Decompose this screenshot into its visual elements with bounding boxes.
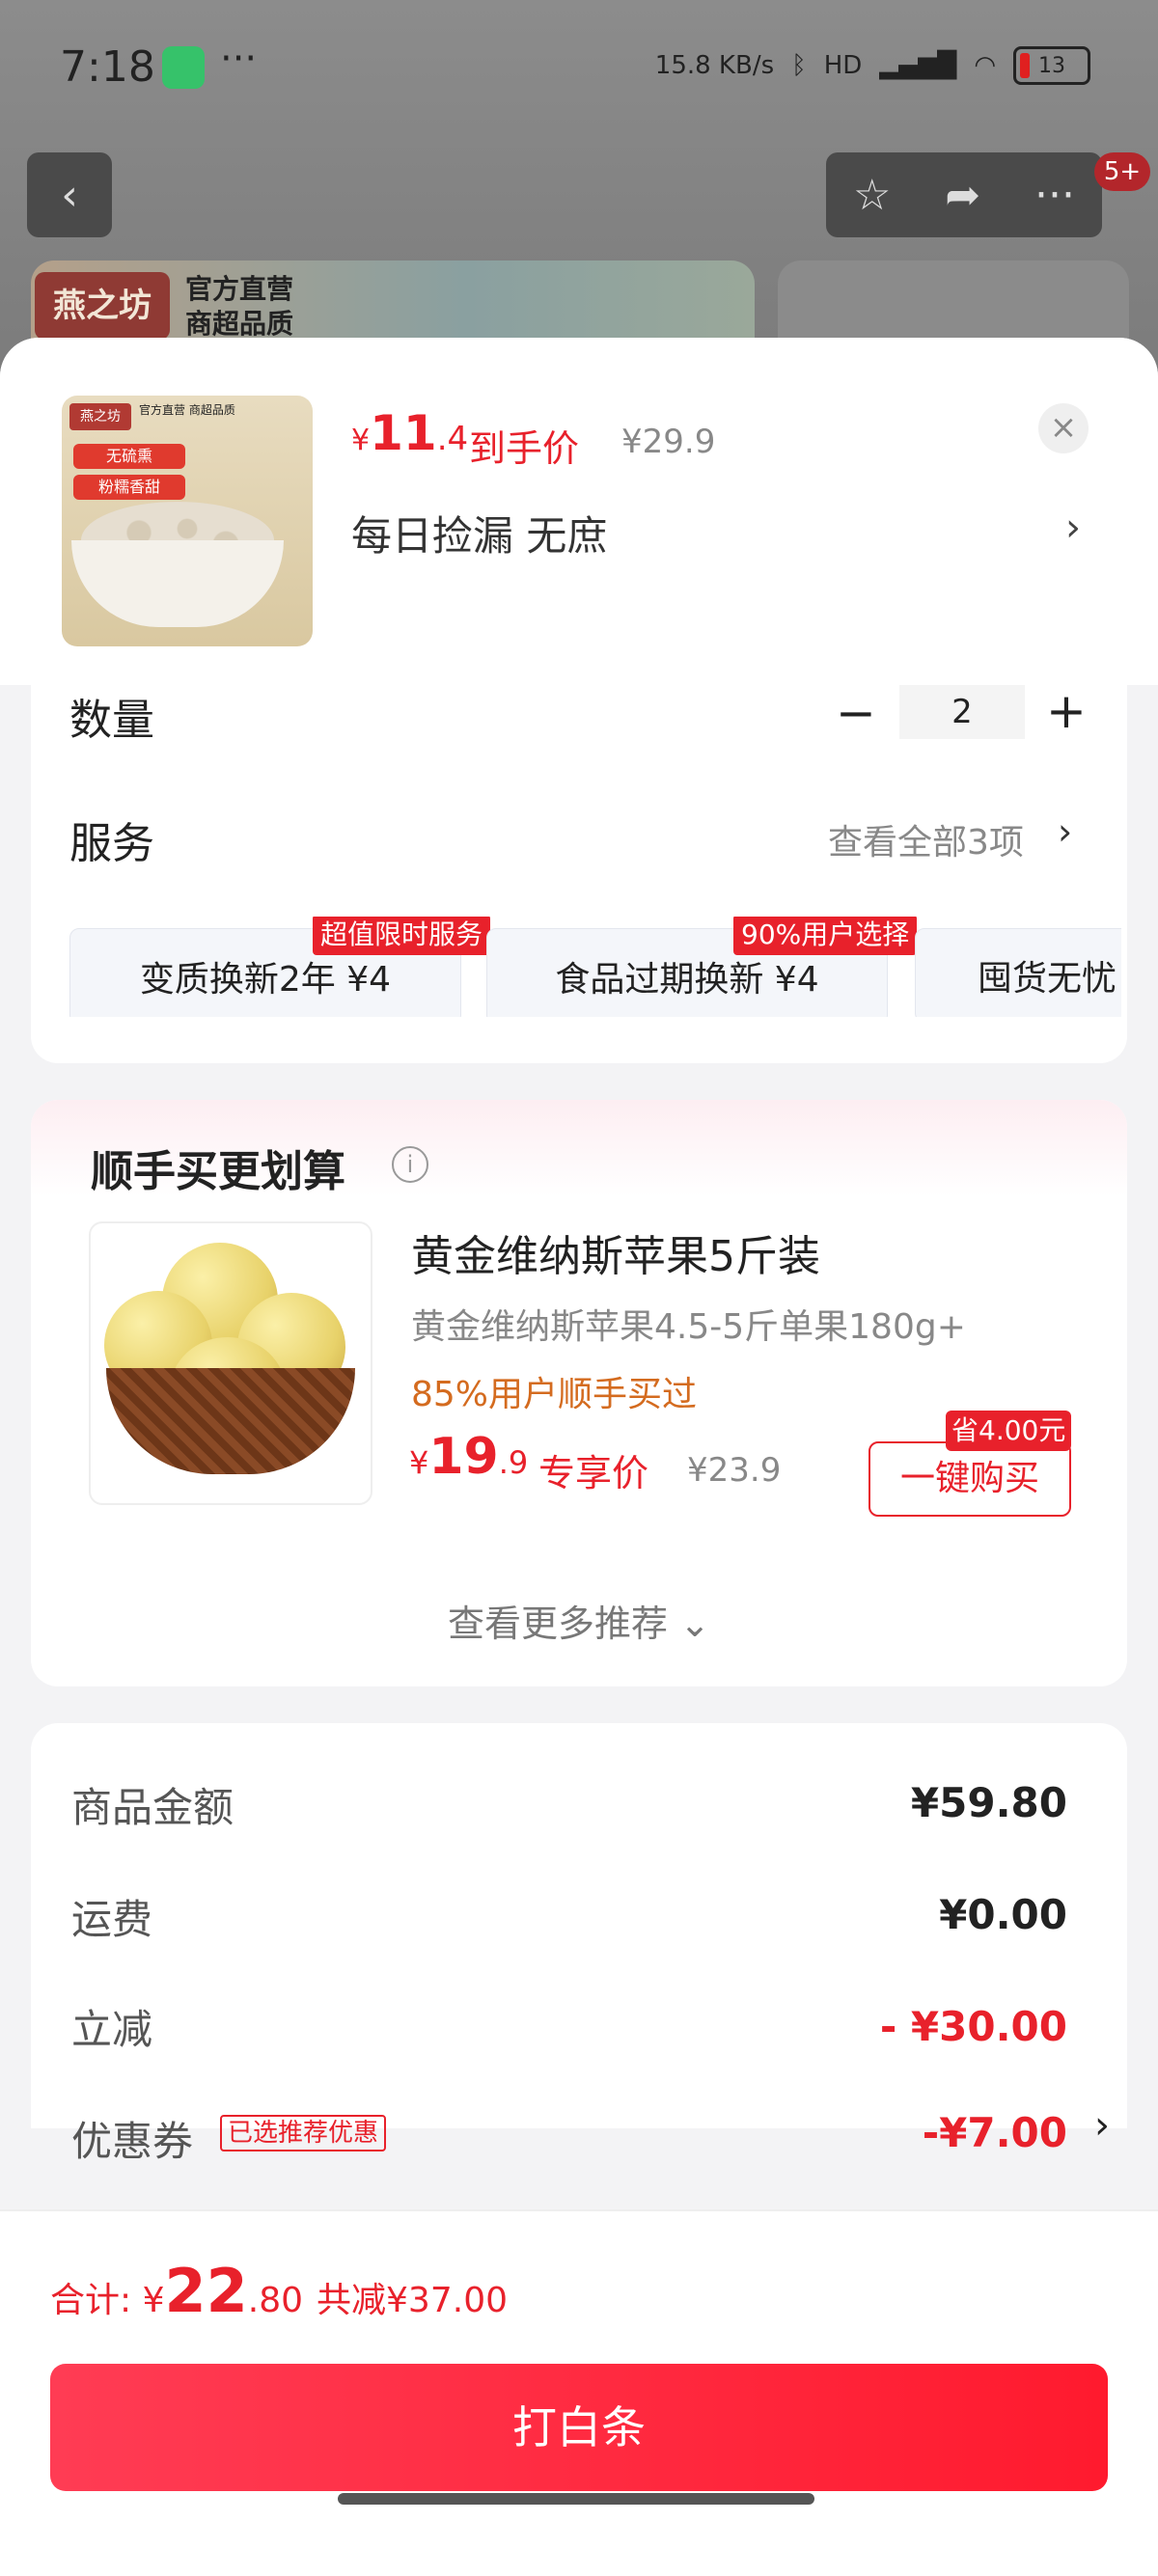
- recommend-bought-rate: 85%用户顺手买过: [411, 1375, 698, 1414]
- notification-badge: 5+: [1094, 152, 1150, 191]
- view-all-services[interactable]: 查看全部3项: [828, 814, 1024, 864]
- currency-symbol: ¥: [409, 1444, 429, 1481]
- recommend-original-price: ¥23.9: [687, 1451, 782, 1490]
- summary-label: 运费: [71, 1896, 153, 1943]
- total-label: 合计:: [50, 2281, 143, 2320]
- summary-value: ¥0.00: [939, 1891, 1067, 1938]
- recommend-product-desc: 黄金维纳斯苹果4.5-5斤单果180g+: [411, 1307, 966, 1347]
- coupon-tag: 已选推荐优惠: [220, 2115, 387, 2151]
- back-button[interactable]: ‹: [27, 152, 112, 237]
- service-option-label: 变质换新2年 ¥4: [139, 960, 392, 1000]
- battery-level: 13: [1038, 53, 1065, 78]
- product-thumbnail[interactable]: 燕之坊 官方直营 商超品质 无硫熏 粉糯香甜: [62, 396, 313, 646]
- service-option[interactable]: 囤货无忧: [915, 928, 1121, 1017]
- app-notification-icon: [162, 46, 205, 89]
- total-decimal: .80: [247, 2281, 304, 2320]
- service-label: 服务: [69, 819, 154, 868]
- options-card: 数量 − 2 + 服务 查看全部3项 › 变质换新2年 ¥4 超值限时服务 食品…: [31, 683, 1127, 1063]
- checkout-bar: 合计: ¥22.80 共减¥37.00 打白条: [0, 2209, 1158, 2576]
- total-integer: 22: [164, 2256, 248, 2326]
- brand-text: 官方直营 商超品质: [185, 272, 293, 342]
- wifi-icon: ◠: [974, 51, 996, 80]
- quantity-plus-button[interactable]: +: [1046, 683, 1087, 739]
- thumb-logo: 燕之坊: [69, 403, 131, 430]
- price-integer: 11: [370, 405, 437, 461]
- quantity-input[interactable]: 2: [899, 685, 1025, 739]
- more-icon[interactable]: ···: [1034, 171, 1075, 220]
- summary-label: 立减: [71, 2006, 153, 2053]
- quantity-minus-button[interactable]: −: [836, 685, 876, 741]
- summary-label: 优惠券: [71, 2118, 194, 2165]
- signal-icon: ▂▄▆█: [879, 51, 957, 80]
- service-badge: 90%用户选择: [733, 917, 918, 955]
- service-option-label: 囤货无忧: [978, 959, 1117, 999]
- recommend-product-name[interactable]: 黄金维纳斯苹果5斤装: [411, 1221, 820, 1283]
- coupon-value[interactable]: -¥7.00: [923, 2109, 1067, 2156]
- star-icon[interactable]: ☆: [853, 171, 891, 220]
- battery-icon: 13: [1013, 46, 1090, 85]
- total-saved: 共减¥37.00: [317, 2281, 508, 2320]
- basket-image: [106, 1368, 355, 1474]
- recommend-card: 顺手买更划算 i 黄金维纳斯苹果5斤装 黄金维纳斯苹果4.5-5斤单果180g+…: [31, 1100, 1127, 1686]
- thumb-tag: 粉糯香甜: [73, 475, 185, 500]
- home-indicator[interactable]: [338, 2493, 814, 2505]
- recommend-price-label: 专享价: [538, 1452, 649, 1494]
- net-speed: 15.8 KB/s: [654, 51, 775, 80]
- recommend-price: ¥19.9: [409, 1428, 528, 1486]
- original-price: ¥29.9: [621, 423, 716, 461]
- price-decimal: .4: [436, 420, 469, 458]
- status-time: 7:18: [60, 42, 155, 92]
- price-decimal: .9: [498, 1444, 529, 1481]
- recommend-title: 顺手买更划算: [91, 1147, 345, 1196]
- price-summary-card: 商品金额 ¥59.80 运费 ¥0.00 立减 - ¥30.00 优惠券 已选推…: [31, 1723, 1127, 2165]
- summary-label: 商品金额: [71, 1784, 234, 1831]
- status-bar: 7:18 ··· 15.8 KB/s ᛒ HD ▂▄▆█ ◠ 13: [0, 0, 1158, 145]
- currency-symbol: ¥: [351, 424, 371, 457]
- one-click-buy-button[interactable]: 一键购买: [868, 1441, 1071, 1517]
- share-icon[interactable]: ➦: [945, 171, 980, 220]
- brand-logo: 燕之坊: [35, 272, 170, 340]
- thumb-sub: 官方直营 商超品质: [139, 403, 235, 417]
- recommend-product-image[interactable]: [89, 1221, 372, 1505]
- quantity-label: 数量: [69, 696, 154, 745]
- top-actions: ☆ ➦ ···: [826, 152, 1102, 237]
- price-label: 到手价: [469, 427, 580, 470]
- selected-spec[interactable]: 每日捡漏 无庶: [351, 504, 607, 562]
- brand-line2: 商超品质: [185, 308, 294, 340]
- chevron-right-icon[interactable]: ›: [1094, 2103, 1110, 2148]
- status-right: 15.8 KB/s ᛒ HD ▂▄▆█ ◠ 13: [655, 46, 1090, 85]
- chevron-right-icon[interactable]: ›: [1058, 810, 1072, 853]
- chevron-right-icon[interactable]: ›: [1065, 506, 1081, 550]
- service-badge: 超值限时服务: [313, 917, 491, 955]
- status-more-icon: ···: [220, 37, 258, 81]
- order-total: 合计: ¥22.80 共减¥37.00: [50, 2256, 508, 2326]
- bluetooth-icon: ᛒ: [791, 51, 807, 80]
- signal-label: HD: [823, 51, 863, 80]
- more-recommendations-link[interactable]: 查看更多推荐 ⌄: [31, 1594, 1127, 1647]
- chevron-left-icon: ‹: [61, 170, 78, 220]
- pay-button[interactable]: 打白条: [50, 2364, 1108, 2491]
- thumb-tag: 无硫熏: [73, 444, 185, 469]
- product-price: ¥11.4: [351, 405, 468, 461]
- purchase-sheet: 燕之坊 官方直营 商超品质 无硫熏 粉糯香甜 ¥11.4 到手价 ¥29.9 ×…: [0, 338, 1158, 2576]
- info-icon[interactable]: i: [392, 1146, 428, 1183]
- brand-line1: 官方直营: [185, 273, 294, 305]
- close-icon[interactable]: ×: [1038, 403, 1089, 453]
- summary-value: - ¥30.00: [879, 2003, 1067, 2050]
- save-badge: 省4.00元: [946, 1411, 1072, 1451]
- service-options: 变质换新2年 ¥4 超值限时服务 食品过期换新 ¥4 90%用户选择 囤货无忧: [69, 917, 1121, 1017]
- bowl-image: [71, 540, 284, 627]
- summary-value: ¥59.80: [910, 1779, 1067, 1826]
- service-option-label: 食品过期换新 ¥4: [555, 960, 819, 1000]
- currency-symbol: ¥: [142, 2281, 165, 2320]
- sheet-header: 燕之坊 官方直营 商超品质 无硫熏 粉糯香甜 ¥11.4 到手价 ¥29.9 ×…: [0, 338, 1158, 685]
- price-integer: 19: [428, 1428, 499, 1486]
